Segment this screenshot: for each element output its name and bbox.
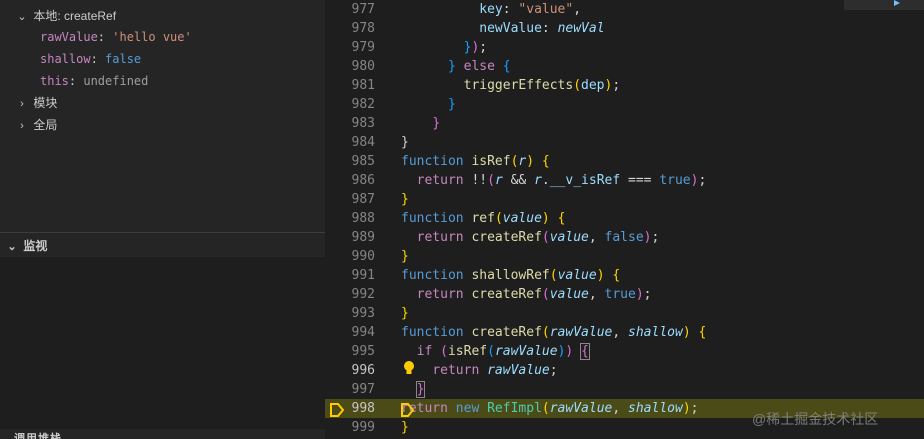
debug-sidebar: ⌄ 本地: createRef rawValue: 'hello vue' sh… xyxy=(0,0,325,439)
inline-breakpoint-icon[interactable] xyxy=(401,402,415,418)
variable-value: 'hello vue' xyxy=(112,30,192,44)
scope-local-label: 本地: createRef xyxy=(33,9,117,23)
code-line: 977 key: "value", xyxy=(351,2,582,17)
code-line: 982 } xyxy=(351,97,456,112)
code-line: 995 if (isRef(rawValue)) { xyxy=(351,343,590,360)
code-line: 988 function ref(value) { xyxy=(351,211,566,226)
variable-row-shallow[interactable]: shallow: false xyxy=(40,48,141,70)
scope-module-label: 模块 xyxy=(33,96,58,110)
variable-name: this xyxy=(40,74,69,88)
code-line: 997 } xyxy=(351,381,426,398)
chevron-right-icon: › xyxy=(20,120,24,132)
code-line: 978 newValue: newVal xyxy=(351,21,605,36)
code-line: 992 return createRef(value, true); xyxy=(351,287,652,302)
scope-global-label: 全局 xyxy=(33,118,58,132)
variable-value: false xyxy=(105,52,142,66)
code-line: 989 return createRef(value, false); xyxy=(351,230,660,245)
variable-row-this[interactable]: this: undefined xyxy=(40,70,148,92)
scope-local[interactable]: ⌄ 本地: createRef xyxy=(14,5,116,27)
chevron-down-icon: ⌄ xyxy=(7,241,17,253)
chevron-right-icon: › xyxy=(20,98,24,110)
watch-section-header[interactable]: ⌄ 监视 xyxy=(0,235,325,257)
watch-panel xyxy=(0,257,325,429)
code-line: 993} xyxy=(351,306,409,321)
variable-row-rawvalue[interactable]: rawValue: 'hello vue' xyxy=(40,26,192,48)
code-line: 979 }); xyxy=(351,40,488,55)
watch-title: 监视 xyxy=(23,239,48,253)
scope-global[interactable]: › 全局 xyxy=(14,114,57,136)
code-line: 991 function shallowRef(value) { xyxy=(351,268,621,283)
code-line: 987} xyxy=(351,192,409,207)
code-line: 985 function isRef(r) { xyxy=(351,154,550,169)
callstack-section-header[interactable]: 调用堆栈 xyxy=(14,430,62,439)
code-line: 984} xyxy=(351,135,409,150)
variable-name: shallow xyxy=(40,52,91,66)
variable-name: rawValue xyxy=(40,30,98,44)
code-line: 994 function createRef(rawValue, shallow)… xyxy=(351,325,707,340)
breakpoint-current-icon[interactable] xyxy=(329,402,345,418)
lightbulb-icon[interactable] xyxy=(403,360,415,376)
scope-module[interactable]: › 模块 xyxy=(14,92,57,114)
code-line: 986 return !!(r && r.__v_isRef === true)… xyxy=(351,173,707,188)
variable-value: undefined xyxy=(83,74,149,88)
section-divider xyxy=(0,232,325,233)
watermark: @稀土掘金技术社区 xyxy=(752,411,879,427)
code-line: 990} xyxy=(351,249,409,264)
code-line: 983 } xyxy=(351,116,441,131)
code-line: 980 } else { xyxy=(351,59,511,74)
chevron-down-icon: ⌄ xyxy=(17,11,27,23)
code-editor[interactable]: 977 key: "value", 978 newValue: newVal 9… xyxy=(325,0,924,439)
code-line: 981 triggerEffects(dep); xyxy=(351,78,621,93)
variables-section: ⌄ 本地: createRef rawValue: 'hello vue' sh… xyxy=(0,0,325,232)
